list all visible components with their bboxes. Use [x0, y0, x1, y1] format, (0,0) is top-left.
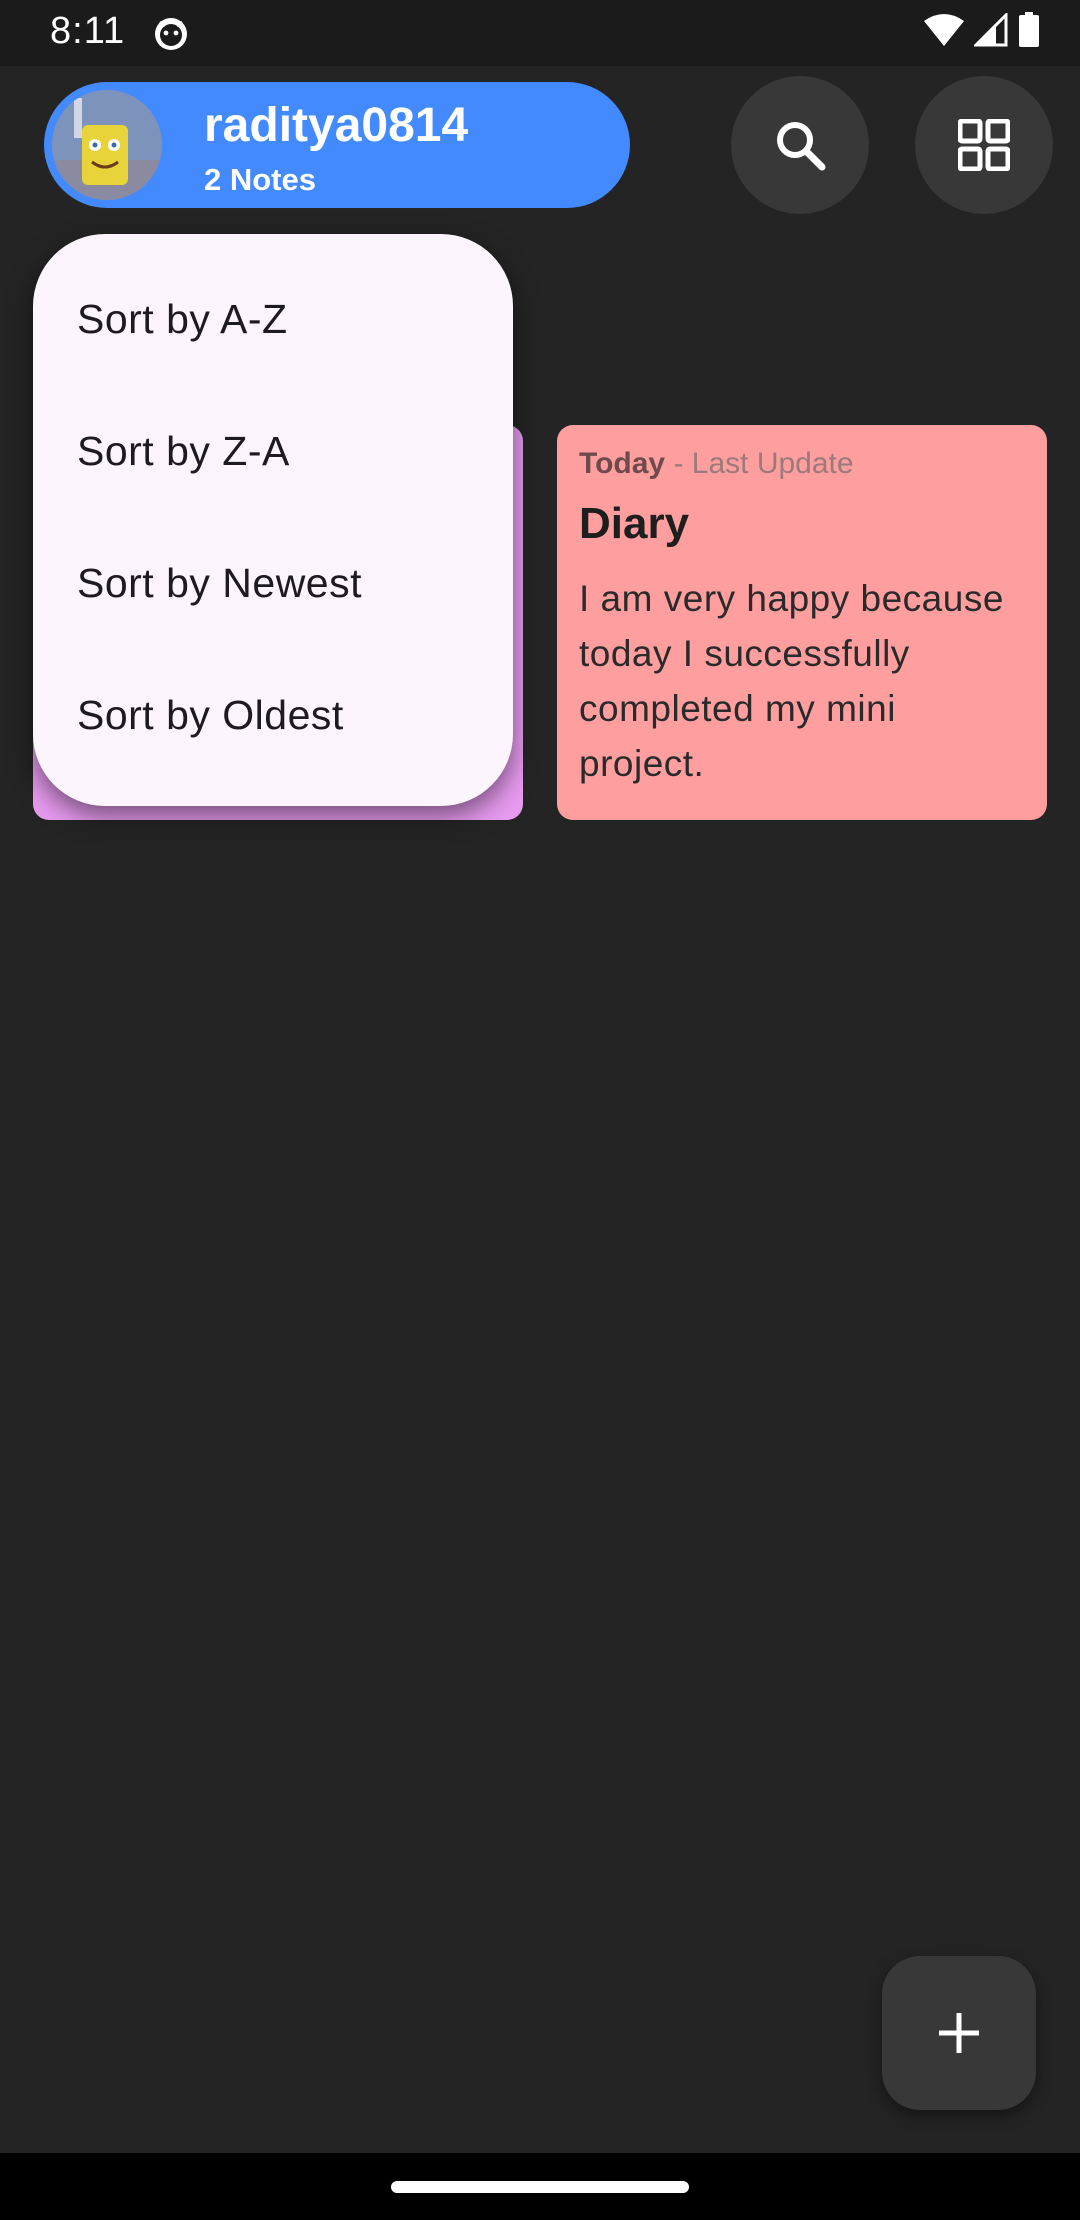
notes-count: 2 Notes: [204, 162, 316, 197]
grid-view-button[interactable]: [915, 76, 1053, 214]
battery-icon: [1019, 12, 1039, 47]
profile-header[interactable]: raditya0814 2 Notes: [44, 82, 630, 208]
note-card[interactable]: Today - Last Update Diary I am very happ…: [557, 425, 1047, 820]
sort-menu: Sort by A-Z Sort by Z-A Sort by Newest S…: [33, 234, 513, 806]
avatar[interactable]: [52, 90, 162, 200]
wifi-icon: [924, 14, 964, 46]
status-bar: 8:11: [0, 0, 1080, 66]
android-debug-icon: [155, 18, 187, 50]
plus-icon: [939, 2013, 979, 2053]
add-note-button[interactable]: [882, 1956, 1036, 2110]
sort-z-a-option[interactable]: Sort by Z-A: [77, 428, 290, 475]
username: raditya0814: [204, 99, 469, 152]
note-body: I am very happy because today I successf…: [579, 578, 1004, 784]
note-title: Diary: [579, 499, 690, 548]
note-date-label: Today: [579, 447, 666, 480]
navigation-bar: [0, 2153, 1080, 2220]
search-button[interactable]: [731, 76, 869, 214]
search-icon: [777, 122, 826, 171]
status-time: 8:11: [50, 10, 126, 52]
grid-view-icon: [958, 119, 1010, 171]
home-indicator[interactable]: [391, 2181, 689, 2193]
note-date: Today - Last Update: [579, 447, 1025, 481]
signal-icon: [974, 13, 1008, 47]
sort-newest-option[interactable]: Sort by Newest: [77, 560, 362, 607]
sort-a-z-option[interactable]: Sort by A-Z: [77, 296, 288, 343]
sort-oldest-option[interactable]: Sort by Oldest: [77, 692, 344, 739]
note-date-suffix: - Last Update: [665, 447, 854, 480]
